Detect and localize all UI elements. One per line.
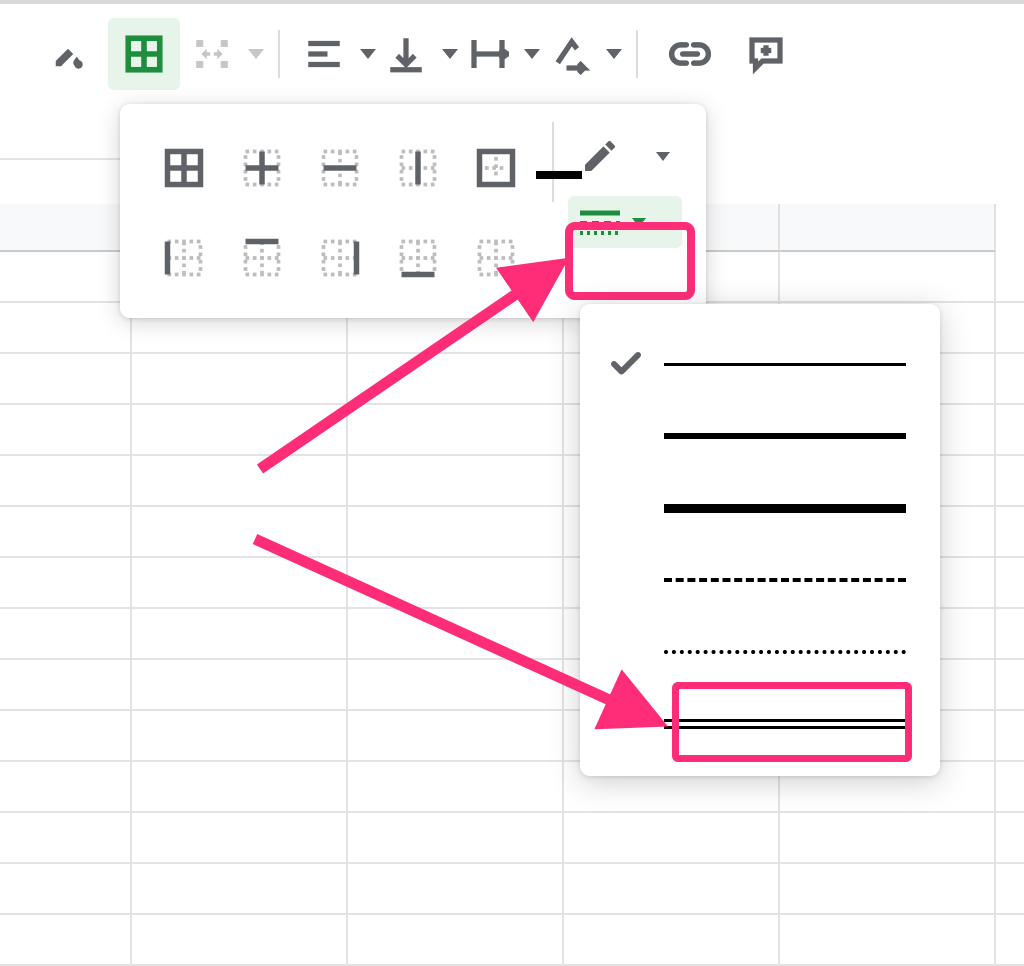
line-sample-double [664, 719, 906, 729]
chevron-down-icon [656, 152, 670, 161]
pencil-icon [580, 136, 620, 176]
border-outer-icon [474, 146, 518, 190]
toolbar-separator [278, 30, 280, 78]
border-clear-icon [474, 236, 518, 280]
border-color-button[interactable] [568, 126, 682, 186]
color-swatch [536, 171, 582, 179]
border-top-icon [240, 236, 284, 280]
border-all-option[interactable] [146, 126, 222, 210]
border-right-icon [318, 236, 362, 280]
row[interactable] [0, 813, 1024, 864]
popup-separator [552, 122, 554, 202]
line-sample-dotted [664, 650, 906, 654]
border-left-option[interactable] [146, 216, 222, 300]
borders-popup [120, 104, 706, 318]
border-style-thick[interactable] [580, 472, 940, 544]
border-style-dotted[interactable] [580, 616, 940, 688]
border-style-double[interactable] [580, 688, 940, 760]
border-style-medium[interactable] [580, 400, 940, 472]
vertical-align-button[interactable] [376, 18, 458, 90]
line-sample-medium [664, 433, 906, 439]
check-icon [608, 346, 644, 382]
border-all-icon [162, 146, 206, 190]
border-style-dashed[interactable] [580, 544, 940, 616]
line-sample-thick [664, 504, 906, 513]
border-inner-icon [240, 146, 284, 190]
chevron-down-icon [360, 49, 376, 59]
line-sample-dashed [664, 578, 906, 582]
chevron-down-icon [632, 218, 646, 227]
text-wrap-button[interactable] [458, 18, 540, 90]
border-bottom-icon [396, 236, 440, 280]
chevron-down-icon [248, 49, 264, 59]
border-style-dropdown [580, 304, 940, 776]
border-top-option[interactable] [224, 216, 300, 300]
paint-bucket-icon [47, 33, 89, 75]
border-vertical-option[interactable] [380, 126, 456, 210]
align-bottom-icon [385, 33, 427, 75]
chevron-down-icon [524, 49, 540, 59]
insert-comment-button[interactable] [730, 18, 802, 90]
borders-options-grid [146, 126, 534, 304]
horizontal-align-button[interactable] [294, 18, 376, 90]
merge-cells-button[interactable] [182, 18, 264, 90]
link-icon [668, 32, 712, 76]
border-style-icon [578, 204, 622, 240]
border-outer-option[interactable] [458, 126, 534, 210]
fill-color-button[interactable] [32, 18, 104, 90]
chevron-down-icon [442, 49, 458, 59]
chevron-down-icon [606, 49, 622, 59]
line-sample-thin [664, 363, 906, 366]
grid-line [0, 158, 135, 160]
border-left-icon [162, 236, 206, 280]
border-horizontal-option[interactable] [302, 126, 378, 210]
column-header[interactable] [0, 204, 132, 252]
merge-cells-icon [191, 33, 233, 75]
border-horizontal-icon [318, 146, 362, 190]
insert-link-button[interactable] [654, 18, 726, 90]
borders-button[interactable] [108, 18, 180, 90]
border-clear-option[interactable] [458, 216, 534, 300]
border-vertical-icon [396, 146, 440, 190]
border-inner-option[interactable] [224, 126, 300, 210]
border-style-thin[interactable] [580, 328, 940, 400]
row[interactable] [0, 864, 1024, 915]
border-right-option[interactable] [302, 216, 378, 300]
text-rotation-icon [549, 33, 591, 75]
borders-side-panel [568, 126, 682, 304]
comment-icon [745, 33, 787, 75]
column-header[interactable] [780, 204, 996, 252]
text-wrap-icon [467, 33, 509, 75]
align-left-icon [303, 33, 345, 75]
text-rotation-button[interactable] [540, 18, 622, 90]
toolbar [0, 4, 1024, 104]
row[interactable] [0, 915, 1024, 966]
border-all-icon [123, 33, 165, 75]
toolbar-separator [636, 30, 638, 78]
border-bottom-option[interactable] [380, 216, 456, 300]
border-style-button[interactable] [568, 196, 682, 248]
